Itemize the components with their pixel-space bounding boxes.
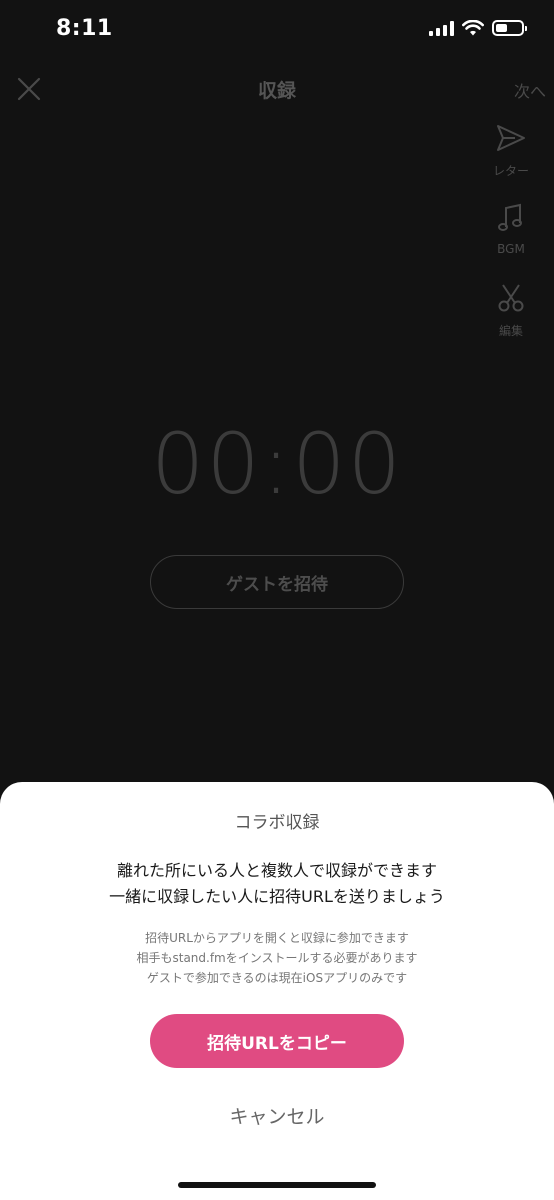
scissors-icon — [498, 284, 524, 312]
next-button[interactable]: 次へ — [514, 78, 546, 102]
invite-guest-button[interactable]: ゲストを招待 — [150, 555, 404, 609]
edit-tool-label: 編集 — [498, 324, 523, 338]
letter-tool-label: レター — [492, 164, 529, 178]
bgm-tool-label: BGM — [497, 242, 525, 256]
battery-icon — [492, 20, 527, 36]
music-note-icon — [498, 203, 522, 231]
description-line-1: 離れた所にいる人と複数人で収録ができます — [116, 861, 437, 880]
letter-tool[interactable]: レター — [486, 122, 536, 179]
wifi-icon — [462, 20, 484, 36]
status-icons — [429, 20, 527, 36]
recording-timer: 00:00 — [150, 415, 404, 513]
page-title: 収録 — [257, 80, 296, 102]
cancel-button[interactable]: キャンセル — [0, 1102, 554, 1129]
copy-invite-url-button[interactable]: 招待URLをコピー — [150, 1014, 404, 1068]
recorder-screen: 収録 次へ レター BGM 編集 00:00 ゲストを招待 — [0, 60, 554, 800]
cellular-signal-icon — [429, 20, 454, 36]
note-line-2: 相手もstand.fmをインストールする必要があります — [136, 951, 418, 965]
sheet-description: 離れた所にいる人と複数人で収録ができます 一緒に収録したい人に招待URLを送りま… — [0, 858, 554, 910]
collab-recording-sheet: コラボ収録 離れた所にいる人と複数人で収録ができます 一緒に収録したい人に招待U… — [0, 782, 554, 1200]
bgm-tool[interactable]: BGM — [486, 202, 536, 256]
description-line-2: 一緒に収録したい人に招待URLを送りましょう — [109, 887, 445, 906]
home-indicator[interactable] — [178, 1182, 376, 1188]
sheet-title: コラボ収録 — [234, 813, 320, 833]
status-bar: 8:11 — [0, 0, 554, 60]
note-line-1: 招待URLからアプリを開くと収録に参加できます — [145, 931, 409, 945]
note-line-3: ゲストで参加できるのは現在iOSアプリのみです — [146, 971, 408, 985]
sheet-note: 招待URLからアプリを開くと収録に参加できます 相手もstand.fmをインスト… — [0, 928, 554, 988]
status-time: 8:11 — [56, 16, 113, 41]
edit-tool[interactable]: 編集 — [486, 282, 536, 339]
paper-plane-icon — [497, 125, 525, 151]
